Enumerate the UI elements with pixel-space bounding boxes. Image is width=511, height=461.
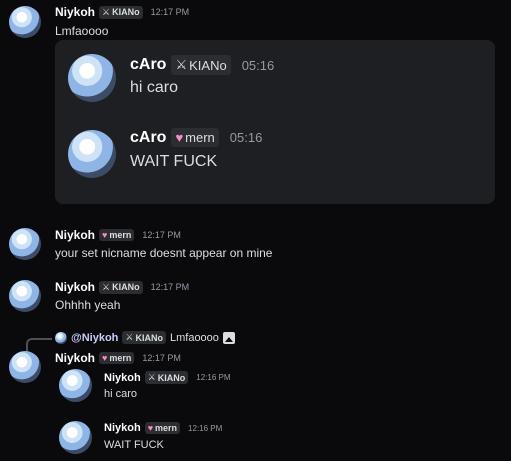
timestamp: 12:16 PM — [188, 423, 223, 433]
role-tag[interactable]: ♥ mern — [99, 352, 135, 364]
message-text: WAIT FUCK — [130, 153, 218, 170]
reply-text: Lmfaoooo — [169, 331, 219, 344]
author-name: cAro — [130, 56, 167, 73]
message-text: hi caro — [104, 388, 138, 400]
sword-icon: ⚔ — [175, 57, 188, 72]
timestamp: 05:16 — [241, 57, 275, 73]
message-header: Niykoh ⚔ KIANo 12:16 PM — [104, 371, 231, 384]
reply-preview[interactable]: @Niykoh ⚔ KIANo Lmfaoooo — [55, 331, 235, 344]
sword-icon: ⚔ — [147, 372, 156, 382]
avatar[interactable] — [9, 351, 41, 383]
message-header: Niykoh ♥ mern 12:17 PM — [55, 351, 181, 365]
sword-icon: ⚔ — [102, 281, 111, 292]
avatar — [55, 331, 67, 344]
reply-connector — [26, 338, 52, 352]
timestamp: 12:17 PM — [150, 7, 190, 17]
author-name: cAro — [130, 128, 167, 146]
author-name[interactable]: Niykoh — [55, 351, 95, 365]
avatar[interactable] — [9, 280, 41, 312]
message-text: hi caro — [130, 79, 179, 96]
tag-label: mern — [109, 230, 132, 240]
message-header: Niykoh ♥ mern 12:16 PM — [104, 422, 222, 434]
tag-label: mern — [155, 423, 178, 433]
author-name[interactable]: Niykoh — [55, 5, 95, 19]
tag-label: KIANo — [189, 57, 227, 73]
author-name[interactable]: Niykoh — [55, 228, 95, 242]
message-header: cAro ⚔ KIANo 05:16 — [130, 55, 274, 75]
avatar[interactable] — [9, 228, 41, 260]
author-name: Niykoh — [104, 422, 141, 434]
heart-icon: ♥ — [147, 423, 154, 433]
message-header: Niykoh ⚔ KIANo 12:17 PM — [55, 5, 189, 19]
timestamp: 12:17 PM — [142, 230, 181, 240]
tag-label: KIANo — [112, 7, 140, 17]
message-text: Lmfaoooo — [55, 24, 109, 38]
timestamp: 12:17 PM — [142, 353, 181, 363]
sword-icon: ⚔ — [125, 332, 134, 342]
tag-label: KIANo — [112, 282, 140, 292]
tag-label: mern — [185, 130, 215, 145]
avatar — [68, 130, 116, 178]
message-text: Ohhhh yeah — [55, 298, 121, 312]
avatar — [59, 421, 92, 454]
avatar[interactable] — [9, 6, 41, 38]
tag-label: KIANo — [135, 332, 163, 343]
author-name: Niykoh — [104, 371, 141, 384]
reply-mention[interactable]: @Niykoh — [71, 332, 118, 344]
message-header: Niykoh ♥ mern 12:17 PM — [55, 228, 181, 242]
role-tag[interactable]: ⚔ KIANo — [99, 280, 143, 294]
heart-icon: ♥ — [102, 353, 108, 363]
message-header: cAro ♥ mern 05:16 — [130, 128, 262, 147]
author-name[interactable]: Niykoh — [55, 280, 95, 294]
message-text: your set nicname doesnt appear on mine — [55, 246, 273, 260]
tag-label: mern — [109, 353, 132, 363]
role-tag: ⚔ KIANo — [171, 55, 231, 75]
role-tag: ⚔ KIANo — [122, 331, 166, 344]
role-tag[interactable]: ♥ mern — [99, 229, 135, 241]
image-icon — [222, 331, 235, 344]
tag-label: KIANo — [157, 372, 186, 383]
timestamp: 12:17 PM — [150, 282, 190, 292]
heart-icon: ♥ — [102, 230, 108, 240]
role-tag: ♥ mern — [144, 422, 181, 434]
avatar — [68, 54, 116, 102]
message-header: Niykoh ⚔ KIANo 12:17 PM — [55, 280, 189, 294]
role-tag: ⚔ KIANo — [144, 371, 189, 384]
message-text: WAIT FUCK — [104, 439, 164, 451]
timestamp: 12:16 PM — [196, 373, 231, 382]
timestamp: 05:16 — [229, 130, 263, 145]
embedded-image[interactable] — [55, 40, 495, 204]
role-tag: ♥ mern — [171, 128, 219, 147]
heart-icon: ♥ — [175, 130, 184, 145]
avatar — [59, 369, 92, 402]
role-tag[interactable]: ⚔ KIANo — [99, 5, 143, 19]
sword-icon: ⚔ — [102, 6, 111, 17]
